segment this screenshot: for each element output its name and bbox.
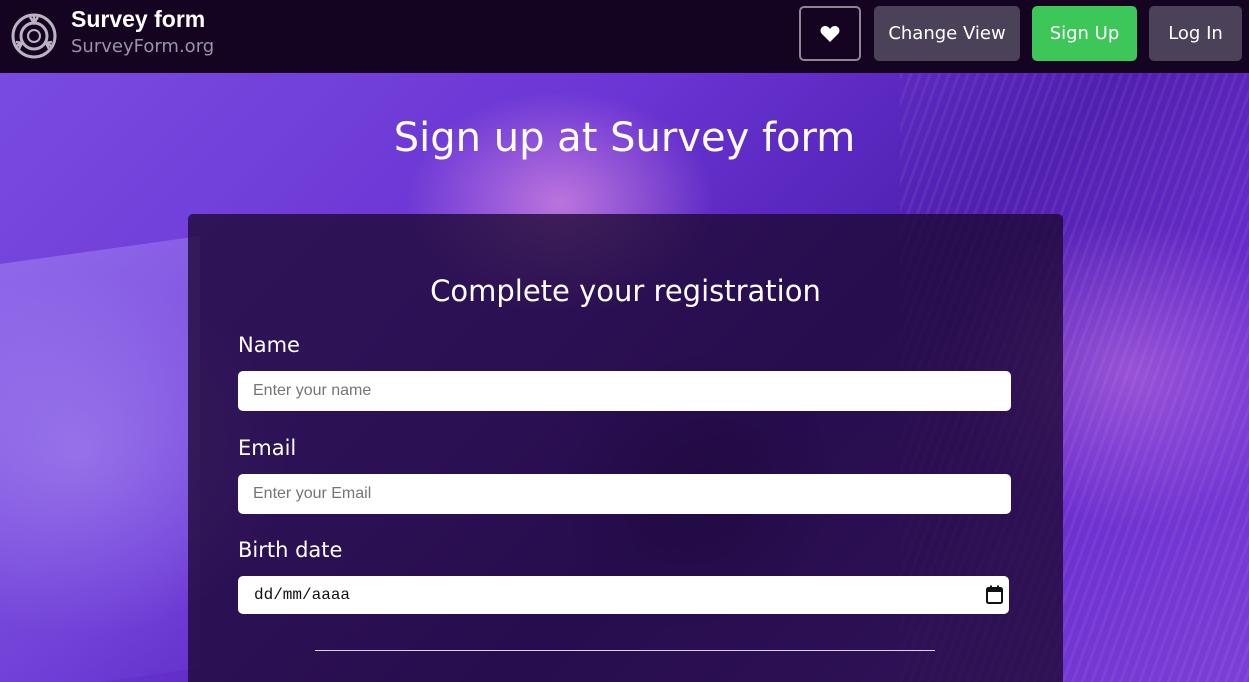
form-title: Complete your registration [430,274,821,308]
change-view-button[interactable]: Change View [874,6,1020,61]
favorite-button[interactable] [799,6,861,61]
background-notebook [0,235,200,682]
brand-title[interactable]: Survey form [71,6,205,33]
email-input[interactable] [238,474,1011,514]
birth-date-input[interactable]: dd/mm/aaaa [238,576,1009,614]
page-title: Sign up at Survey form [393,115,856,161]
registration-card: Complete your registration Name Email Bi… [188,214,1063,682]
heart-icon [820,25,840,42]
scp-logo-icon[interactable] [10,12,58,60]
email-label: Email [238,436,297,460]
birth-date-label: Birth date [238,538,343,562]
calendar-icon[interactable] [986,585,1003,604]
log-in-button[interactable]: Log In [1149,6,1242,61]
sign-up-button[interactable]: Sign Up [1032,6,1137,61]
top-navbar: Survey form SurveyForm.org Change View S… [0,0,1249,73]
name-input[interactable] [238,371,1011,411]
birth-date-placeholder: dd/mm/aaaa [254,586,351,604]
form-divider [315,650,935,651]
brand-subtitle: SurveyForm.org [71,36,215,57]
name-label: Name [238,333,300,357]
